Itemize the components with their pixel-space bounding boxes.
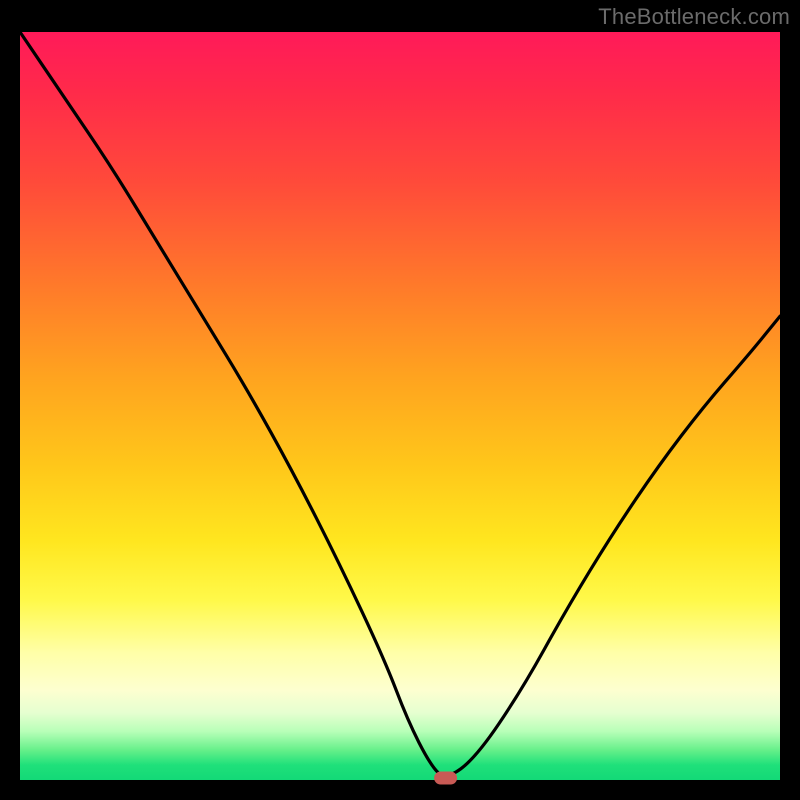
curve-path [20,32,780,776]
chart-frame: TheBottleneck.com [0,0,800,800]
watermark-text: TheBottleneck.com [598,4,790,30]
bottleneck-curve [20,32,780,780]
optimal-marker [435,772,457,784]
plot-area [20,32,780,780]
